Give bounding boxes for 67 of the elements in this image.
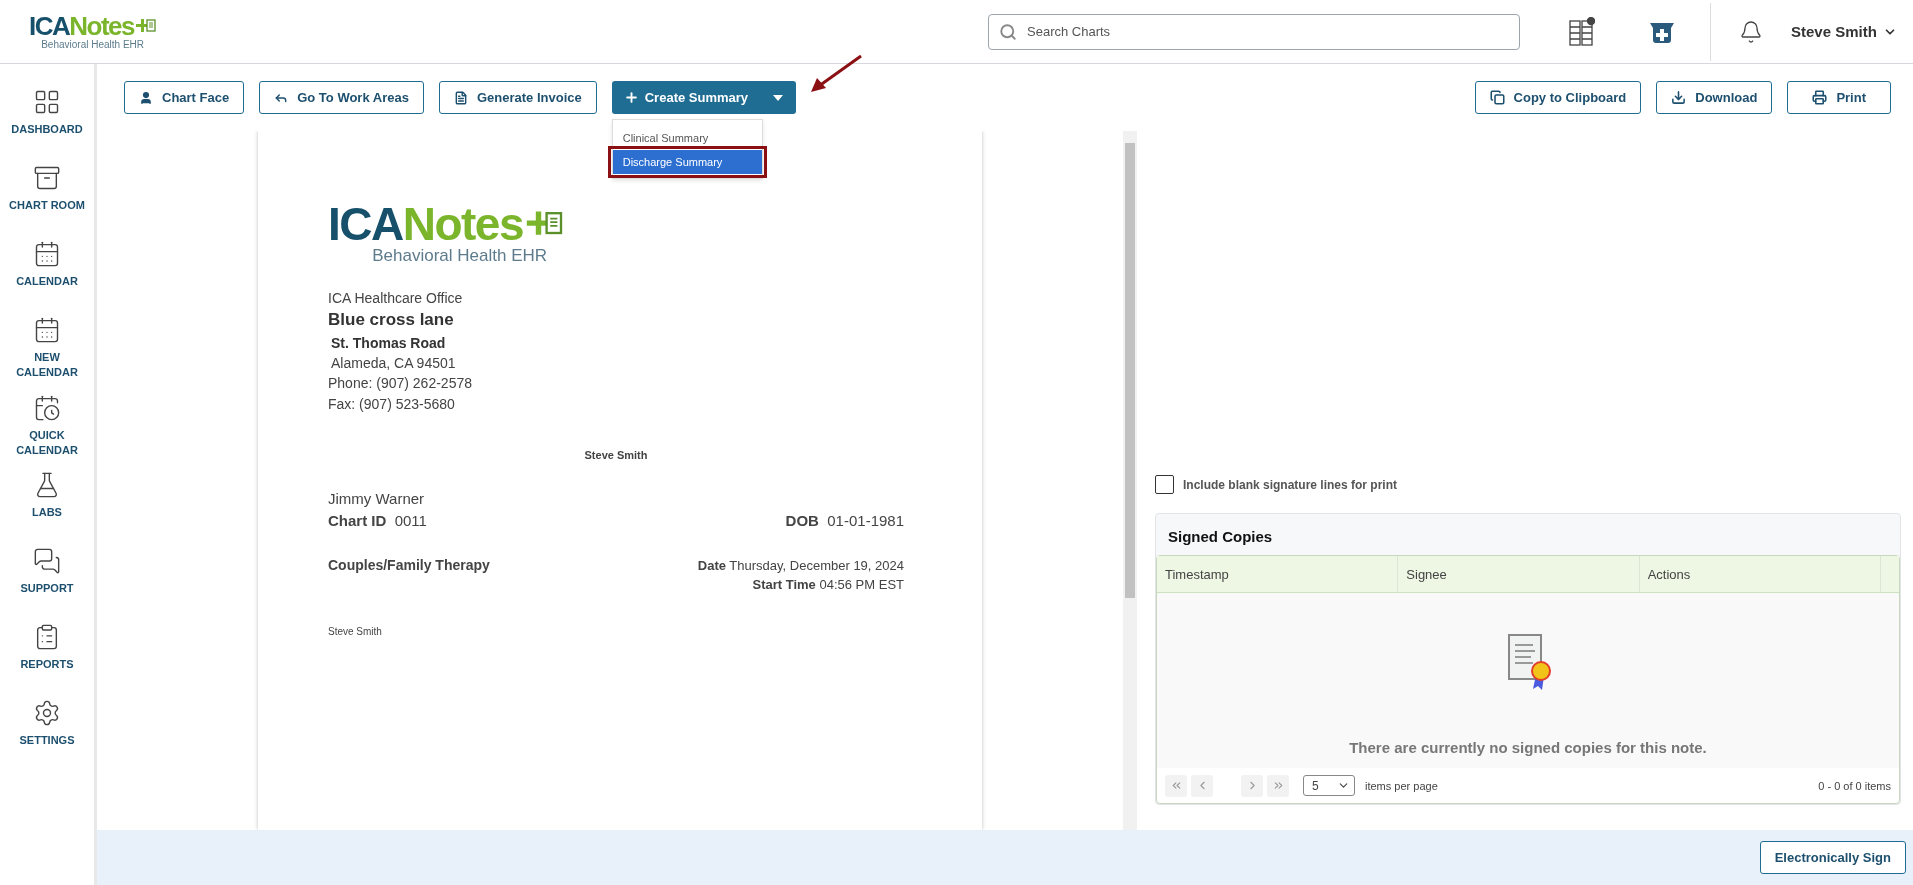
card-title: Signed Copies <box>1167 527 1274 547</box>
calendar-clock-icon <box>33 393 61 422</box>
toolbar-button[interactable]: Go To Work Areas <box>259 81 424 114</box>
column-header: Signee <box>1398 556 1640 592</box>
sidebar-item[interactable]: LABS <box>32 471 62 534</box>
download-icon <box>1671 90 1687 105</box>
address-line: Blue cross lane <box>328 309 455 331</box>
toolbar-button[interactable]: Chart Face <box>124 81 245 114</box>
toolbar-button[interactable]: Generate Invoice <box>438 81 597 114</box>
page-size-select[interactable]: 5 <box>1303 775 1355 796</box>
signature-name: Steve Smith <box>328 624 383 639</box>
toolbar-button[interactable]: Print <box>1787 81 1891 114</box>
file-cabinet-icon[interactable] <box>1569 16 1595 47</box>
caret-icon <box>773 94 784 101</box>
contact-line: Fax: (907) 523-5680 <box>328 394 456 414</box>
sidebar-item[interactable]: CALENDAR <box>16 240 78 302</box>
provider-name: Steve Smith <box>584 447 648 463</box>
calendar-icon <box>33 316 61 344</box>
logo-tagline: Behavioral Health EHR <box>41 39 144 50</box>
sidebar-item[interactable]: REPORTS <box>20 623 74 686</box>
start-time: Start Time 04:56 PM EST <box>752 576 904 595</box>
chart-id: Chart ID 0011 <box>328 510 427 531</box>
office-name: ICA Healthcare Office <box>328 288 464 308</box>
date-of-birth: DOB 01-01-1981 <box>785 510 904 531</box>
settings-icon <box>33 699 61 728</box>
logo-wordmark: ICANotes <box>28 13 134 39</box>
contact-line: Phone: (907) 262-2578 <box>328 374 473 394</box>
patient-name: Jimmy Warner <box>328 488 426 509</box>
toolbar-button[interactable]: Download <box>1656 81 1773 114</box>
sidebar-item[interactable]: NEW CALENDAR <box>16 316 78 380</box>
signature-lines-option[interactable]: Include blank signature lines for print <box>1155 475 1901 494</box>
item-range: 0 - 0 of 0 items <box>1818 779 1891 792</box>
sidebar-item[interactable]: SUPPORT <box>20 547 74 610</box>
logo-tagline: Behavioral Health EHR <box>372 247 548 266</box>
file-box-icon <box>33 164 61 192</box>
session-date: Date Thursday, December 19, 2024 <box>697 557 904 576</box>
search-field[interactable]: Search Charts <box>988 13 1520 50</box>
plus-icon <box>623 90 639 105</box>
address-line: St. Thomas Road <box>330 333 447 353</box>
toolbar-button[interactable]: Copy to Clipboard <box>1474 81 1642 114</box>
empty-message: There are currently no signed copies for this note. <box>1349 739 1707 756</box>
document-icon <box>453 90 468 105</box>
calendar-icon <box>33 240 61 268</box>
menu-item[interactable]: Clinical Summary <box>612 126 762 150</box>
column-header: Timestamp <box>1157 556 1399 592</box>
chat-bubbles-icon <box>33 547 61 576</box>
scrollbar[interactable] <box>1123 131 1137 830</box>
annotation-arrow <box>809 54 863 94</box>
checkbox[interactable] <box>1155 475 1174 494</box>
page-size-label: items per page <box>1365 779 1438 792</box>
sidebar-item[interactable]: DASHBOARD <box>11 88 83 150</box>
user-menu[interactable]: Steve Smith <box>1785 22 1903 41</box>
create-summary-button[interactable]: Create Summary <box>611 81 761 114</box>
person-icon <box>139 90 153 105</box>
logo-wordmark: ICANotes <box>328 201 524 247</box>
copy-icon <box>1489 90 1505 105</box>
sidebar-item[interactable]: CHART ROOM <box>9 164 85 226</box>
grid-icon <box>33 88 61 116</box>
column-header: Actions <box>1639 556 1881 592</box>
sidebar-item[interactable]: QUICK CALENDAR <box>16 393 78 458</box>
printer-icon <box>1812 90 1828 105</box>
electronically-sign-button[interactable]: Electronically Sign <box>1759 841 1906 874</box>
address-line: Alameda, CA 94501 <box>330 353 457 373</box>
search-icon <box>999 22 1017 41</box>
notification-bell-icon[interactable] <box>1739 19 1763 44</box>
sidebar-item[interactable]: SETTINGS <box>19 699 75 762</box>
service-type: Couples/Family Therapy <box>328 556 490 576</box>
